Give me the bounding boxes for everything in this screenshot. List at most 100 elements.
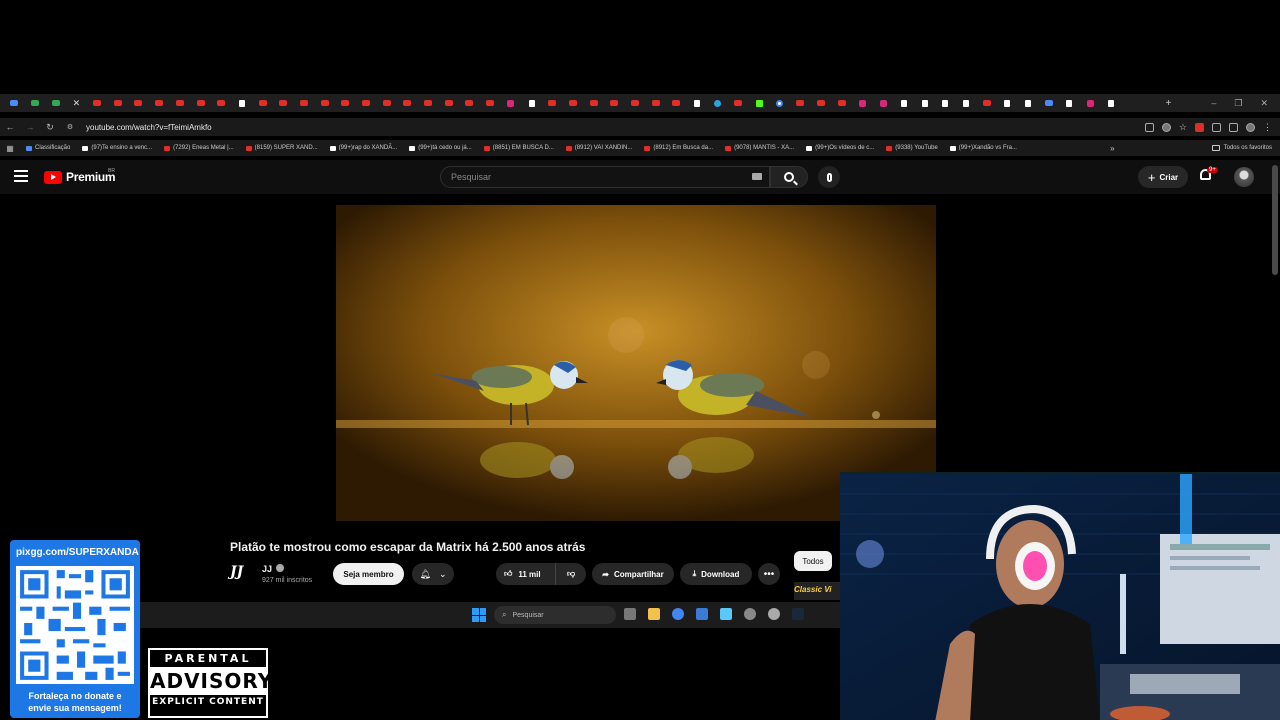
browser-tab[interactable]: ✕ [66, 94, 87, 112]
browser-tab[interactable] [314, 94, 335, 112]
youtube-logo[interactable]: Premium [44, 170, 116, 184]
browser-tab[interactable] [583, 94, 604, 112]
browser-tab[interactable] [521, 94, 542, 112]
page-scrollbar[interactable] [1272, 165, 1278, 275]
browser-tab[interactable] [894, 94, 915, 112]
browser-tab[interactable] [273, 94, 294, 112]
site-info-icon[interactable]: ⚙ [60, 123, 80, 131]
browser-tab[interactable] [501, 94, 522, 112]
browser-tab[interactable] [252, 94, 273, 112]
app-icon[interactable] [744, 608, 756, 620]
browser-tab[interactable] [25, 94, 46, 112]
browser-tab[interactable] [542, 94, 563, 112]
create-button[interactable]: + Criar [1138, 166, 1188, 188]
browser-tab[interactable] [935, 94, 956, 112]
browser-tab[interactable] [914, 94, 935, 112]
browser-tab[interactable] [666, 94, 687, 112]
media-icon[interactable] [1229, 122, 1238, 132]
browser-tab[interactable] [45, 94, 66, 112]
browser-tab[interactable] [107, 94, 128, 112]
chip-all[interactable]: Todos [794, 551, 832, 571]
windows-start-icon[interactable] [472, 608, 486, 622]
browser-tab[interactable] [294, 94, 315, 112]
browser-tab[interactable] [438, 94, 459, 112]
cast-icon[interactable] [1144, 122, 1154, 132]
browser-tab[interactable] [397, 94, 418, 112]
settings-icon[interactable] [768, 608, 780, 620]
apps-grid-icon[interactable]: ▦ [0, 144, 20, 153]
browser-menu-icon[interactable]: ⋮ [1263, 122, 1272, 133]
browser-tab[interactable] [149, 94, 170, 112]
browser-tab[interactable] [707, 94, 728, 112]
bookmark-item[interactable]: (9078) MANTIS - XA... [719, 145, 800, 151]
browser-tab[interactable] [873, 94, 894, 112]
browser-tab[interactable] [480, 94, 501, 112]
profile-icon[interactable] [1246, 122, 1255, 132]
bookmark-star-icon[interactable]: ☆ [1179, 122, 1187, 133]
browser-tab[interactable] [232, 94, 253, 112]
steam-icon[interactable] [792, 608, 804, 620]
bookmark-item[interactable]: (99+)Xandão vs Fra... [944, 145, 1023, 151]
voice-search-button[interactable] [818, 166, 840, 188]
task-view-icon[interactable] [624, 608, 636, 620]
app-icon[interactable] [696, 608, 708, 620]
browser-tab[interactable] [976, 94, 997, 112]
channel-name[interactable]: JJ [262, 564, 272, 574]
browser-tab[interactable] [1018, 94, 1039, 112]
minimize-button[interactable]: – [1211, 98, 1216, 109]
browser-tab[interactable] [625, 94, 646, 112]
bookmark-item[interactable]: (97)Te ensino a venc... [76, 145, 158, 151]
reload-icon[interactable]: ↻ [40, 122, 60, 133]
browser-tab[interactable] [769, 94, 790, 112]
browser-tab[interactable] [87, 94, 108, 112]
browser-tab[interactable] [749, 94, 770, 112]
browser-tab[interactable] [356, 94, 377, 112]
browser-tab[interactable] [170, 94, 191, 112]
channel-avatar[interactable]: JJ [230, 564, 252, 582]
file-explorer-icon[interactable] [648, 608, 660, 620]
browser-tab[interactable] [852, 94, 873, 112]
bookmark-item[interactable]: (8851) EM BUSCA D... [478, 145, 560, 151]
bookmark-item[interactable]: (8912) Em Busca da... [638, 145, 719, 151]
close-tab-icon[interactable]: ✕ [73, 98, 81, 109]
browser-tab[interactable] [459, 94, 480, 112]
avatar[interactable] [1234, 167, 1254, 187]
share-button[interactable]: ➦ Compartilhar [592, 563, 674, 585]
related-video-thumbnail[interactable]: Classic Vi [794, 582, 840, 600]
browser-tab[interactable] [997, 94, 1018, 112]
browser-tab[interactable] [728, 94, 749, 112]
browser-tab[interactable] [604, 94, 625, 112]
taskbar-search[interactable]: ⌕ Pesquisar [494, 606, 616, 624]
bookmark-item[interactable]: (9338) YouTube [880, 145, 943, 151]
browser-tab[interactable] [811, 94, 832, 112]
browser-tab[interactable] [645, 94, 666, 112]
app-icon[interactable] [720, 608, 732, 620]
close-window-button[interactable]: ✕ [1260, 98, 1268, 109]
search-input[interactable]: Pesquisar [440, 166, 770, 188]
menu-icon[interactable] [14, 170, 28, 182]
browser-tab[interactable] [1038, 94, 1059, 112]
bookmark-item[interactable]: (99+)tá cedo ou já... [403, 145, 478, 151]
bookmark-item[interactable]: (8159) SUPER XAND... [240, 145, 324, 151]
browser-tab[interactable] [4, 94, 25, 112]
browser-tab[interactable] [1100, 94, 1121, 112]
browser-tab[interactable] [956, 94, 977, 112]
bookmark-item[interactable]: (99+)rap do XANDÃ... [324, 145, 404, 151]
zoom-icon[interactable] [1161, 122, 1171, 132]
join-button[interactable]: Seja membro [333, 563, 404, 585]
bookmark-item[interactable]: (8912) VAI XANDIN... [560, 145, 639, 151]
browser-tab[interactable] [335, 94, 356, 112]
like-button[interactable]: 👍︎ 11 mil [496, 563, 556, 585]
chrome-icon[interactable] [672, 608, 684, 620]
back-icon[interactable]: ← [0, 122, 20, 132]
browser-tab[interactable] [128, 94, 149, 112]
browser-tab[interactable] [211, 94, 232, 112]
dislike-button[interactable]: 👎︎ [556, 563, 586, 585]
browser-tab[interactable] [376, 94, 397, 112]
browser-tab[interactable] [832, 94, 853, 112]
maximize-button[interactable]: ❐ [1234, 98, 1242, 109]
subscribed-notification-button[interactable]: 🔔︎ ⌄ [412, 563, 454, 585]
browser-tab[interactable] [418, 94, 439, 112]
bookmark-item[interactable]: (7292) Eneas Metal |... [158, 145, 240, 151]
download-button[interactable]: ⤓ Download [680, 563, 752, 585]
